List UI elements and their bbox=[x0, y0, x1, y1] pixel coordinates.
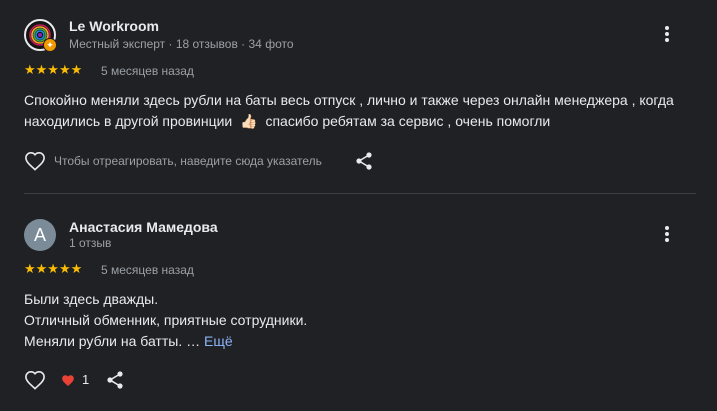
reaction-count-button[interactable]: 1 bbox=[61, 372, 101, 388]
like-button[interactable] bbox=[24, 370, 46, 390]
share-button[interactable] bbox=[106, 371, 124, 389]
avatar[interactable]: ✦ bbox=[24, 19, 57, 52]
share-button[interactable] bbox=[355, 152, 373, 170]
like-count: 1 bbox=[82, 372, 90, 387]
heart-outline-icon bbox=[25, 151, 45, 171]
author-name[interactable]: Le Workroom bbox=[69, 18, 159, 34]
heart-filled-icon bbox=[62, 375, 74, 387]
read-more-link[interactable]: Ещё bbox=[204, 333, 233, 349]
author-meta: Местный эксперт · 18 отзывов · 34 фото bbox=[69, 37, 294, 51]
more-vert-icon bbox=[665, 26, 669, 42]
thumbs-up-emoji: 👍🏻 bbox=[240, 113, 258, 129]
review-text-line: Отличный обменник, приятные сотрудники. bbox=[24, 312, 308, 328]
review-text-part: находились в другой провинции bbox=[24, 113, 233, 129]
author-meta: 1 отзыв bbox=[69, 236, 112, 250]
review-date: 5 месяцев назад bbox=[101, 64, 194, 78]
more-options-button[interactable] bbox=[655, 222, 679, 246]
reaction-hint: Чтобы отреагировать, наведите сюда указа… bbox=[54, 154, 322, 168]
local-guide-badge-icon: ✦ bbox=[43, 38, 57, 52]
avatar-letter: А bbox=[33, 224, 46, 245]
avatar[interactable]: А bbox=[24, 219, 56, 251]
review-date: 5 месяцев назад bbox=[101, 263, 194, 277]
review-text: Спокойно меняли здесь рубли на баты весь… bbox=[24, 90, 694, 132]
review-text-part: спасибо ребятам за сервис , очень помогл… bbox=[265, 113, 551, 129]
review-card: А Анастасия Мамедова 1 отзыв ★★★★★ 5 мес… bbox=[0, 194, 717, 411]
author-name[interactable]: Анастасия Мамедова bbox=[69, 219, 218, 235]
review-text: Были здесь дважды. Отличный обменник, пр… bbox=[24, 289, 694, 352]
review-text-line: Спокойно меняли здесь рубли на баты весь… bbox=[24, 92, 674, 108]
more-vert-icon bbox=[665, 226, 669, 242]
star-rating: ★★★★★ bbox=[24, 62, 83, 77]
review-text-line: Меняли рубли на батты. … Ещё bbox=[24, 331, 694, 352]
review-text-part: Меняли рубли на батты. … bbox=[24, 333, 201, 349]
review-card: ✦ Le Workroom Местный эксперт · 18 отзыв… bbox=[0, 0, 717, 193]
more-options-button[interactable] bbox=[655, 22, 679, 46]
like-button[interactable] bbox=[24, 151, 46, 171]
star-rating: ★★★★★ bbox=[24, 261, 83, 276]
share-icon bbox=[107, 371, 123, 389]
review-text-line: Были здесь дважды. bbox=[24, 291, 159, 307]
heart-outline-icon bbox=[25, 370, 45, 390]
share-icon bbox=[356, 152, 372, 170]
review-text-line: находились в другой провинции 👍🏻 спасибо… bbox=[24, 111, 694, 132]
